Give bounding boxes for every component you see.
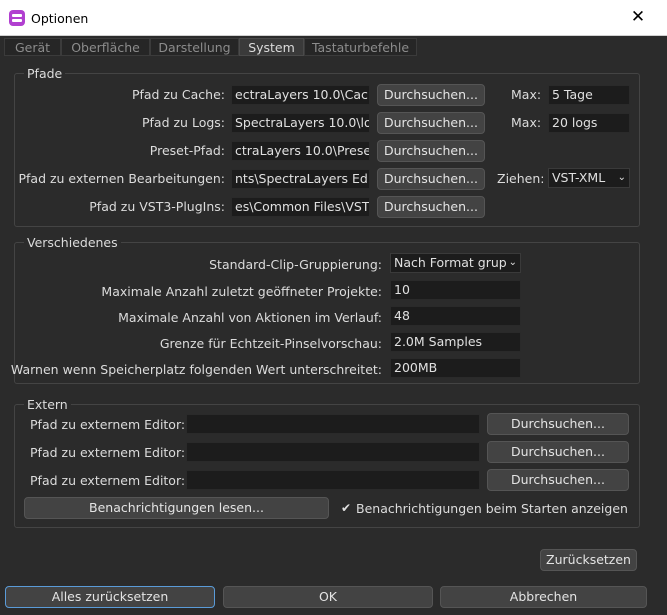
chevron-down-icon: ⌄ <box>617 172 626 183</box>
vst3-path-field[interactable]: es\Common Files\VST3\ <box>231 197 370 217</box>
preset-browse-button[interactable]: Durchsuchen... <box>377 140 485 162</box>
external-edits-label: Pfad zu externen Bearbeitungen: <box>18 171 225 186</box>
vst3-path-label: Pfad zu VST3-PlugIns: <box>89 199 225 214</box>
external-editor-label-3: Pfad zu externem Editor: <box>30 473 186 488</box>
external-edits-browse-button[interactable]: Durchsuchen... <box>377 168 485 190</box>
extern-legend: Extern <box>24 397 71 412</box>
read-notifications-button[interactable]: Benachrichtigungen lesen... <box>24 497 329 519</box>
show-notifications-checkbox[interactable]: ✔ <box>340 502 352 514</box>
cache-path-label: Pfad zu Cache: <box>131 87 225 102</box>
cache-browse-button[interactable]: Durchsuchen... <box>377 84 485 106</box>
external-editor-browse-button-2[interactable]: Durchsuchen... <box>487 441 629 463</box>
external-editor-browse-button-3[interactable]: Durchsuchen... <box>487 469 629 491</box>
tab-system[interactable]: System <box>239 38 304 56</box>
drag-format-select[interactable]: VST-XML ⌄ <box>548 168 630 188</box>
external-edits-field[interactable]: nts\SpectraLayers Edits <box>231 169 370 189</box>
logs-max-field[interactable]: 20 logs <box>548 113 630 133</box>
preset-path-label: Preset-Pfad: <box>149 143 225 158</box>
external-editor-field-1[interactable] <box>186 414 480 434</box>
tab-geraet[interactable]: Gerät <box>4 38 61 56</box>
vst3-browse-button[interactable]: Durchsuchen... <box>377 196 485 218</box>
tab-oberflaeche[interactable]: Oberfläche <box>61 38 150 56</box>
drag-format-label: Ziehen: <box>497 171 545 186</box>
reset-button[interactable]: Zurücksetzen <box>540 549 637 571</box>
clip-grouping-label: Standard-Clip-Gruppierung: <box>209 257 382 272</box>
external-editor-field-2[interactable] <box>186 442 480 462</box>
ok-button[interactable]: OK <box>223 586 433 608</box>
brush-preview-label: Grenze für Echtzeit-Pinselvorschau: <box>159 336 382 351</box>
history-actions-label: Maximale Anzahl von Aktionen im Verlauf: <box>118 310 382 325</box>
pfade-legend: Pfade <box>24 66 66 81</box>
external-editor-label-1: Pfad zu externem Editor: <box>30 417 186 432</box>
logs-path-field[interactable]: SpectraLayers 10.0\logs <box>231 113 370 133</box>
brush-preview-field[interactable]: 2.0M Samples <box>390 332 521 352</box>
external-editor-browse-button-1[interactable]: Durchsuchen... <box>487 413 629 435</box>
external-editor-field-3[interactable] <box>186 470 480 490</box>
disk-warning-field[interactable]: 200MB <box>390 358 521 378</box>
spectralayers-app-icon <box>9 10 25 26</box>
disk-warning-label: Warnen wenn Speicherplatz folgenden Wert… <box>10 362 382 377</box>
cache-max-label: Max: <box>511 87 542 102</box>
external-editor-label-2: Pfad zu externem Editor: <box>30 445 186 460</box>
recent-projects-label: Maximale Anzahl zuletzt geöffneter Proje… <box>101 284 382 299</box>
close-icon[interactable]: ✕ <box>628 7 648 27</box>
verschiedenes-legend: Verschiedenes <box>24 235 121 250</box>
window-title: Optionen <box>31 11 89 26</box>
logs-max-label: Max: <box>511 115 542 130</box>
show-notifications-label: Benachrichtigungen beim Starten anzeigen <box>356 501 628 516</box>
logs-path-label: Pfad zu Logs: <box>141 115 225 130</box>
recent-projects-field[interactable]: 10 <box>390 280 521 300</box>
tab-darstellung[interactable]: Darstellung <box>150 38 239 56</box>
preset-path-field[interactable]: ctraLayers 10.0\Presets <box>231 141 370 161</box>
drag-format-value: VST-XML <box>552 170 606 185</box>
cache-path-field[interactable]: ectraLayers 10.0\Cache <box>231 85 370 105</box>
history-actions-field[interactable]: 48 <box>390 306 521 326</box>
logs-browse-button[interactable]: Durchsuchen... <box>377 112 485 134</box>
cache-max-field[interactable]: 5 Tage <box>548 85 630 105</box>
clip-grouping-select[interactable]: Nach Format grup ⌄ <box>390 253 521 273</box>
chevron-down-icon: ⌄ <box>508 257 517 268</box>
cancel-button[interactable]: Abbrechen <box>440 586 647 608</box>
clip-grouping-value: Nach Format grup <box>394 255 507 270</box>
tab-tastaturbefehle[interactable]: Tastaturbefehle <box>304 38 417 56</box>
reset-all-button[interactable]: Alles zurücksetzen <box>5 586 215 608</box>
title-bar: Optionen ✕ <box>0 0 667 36</box>
